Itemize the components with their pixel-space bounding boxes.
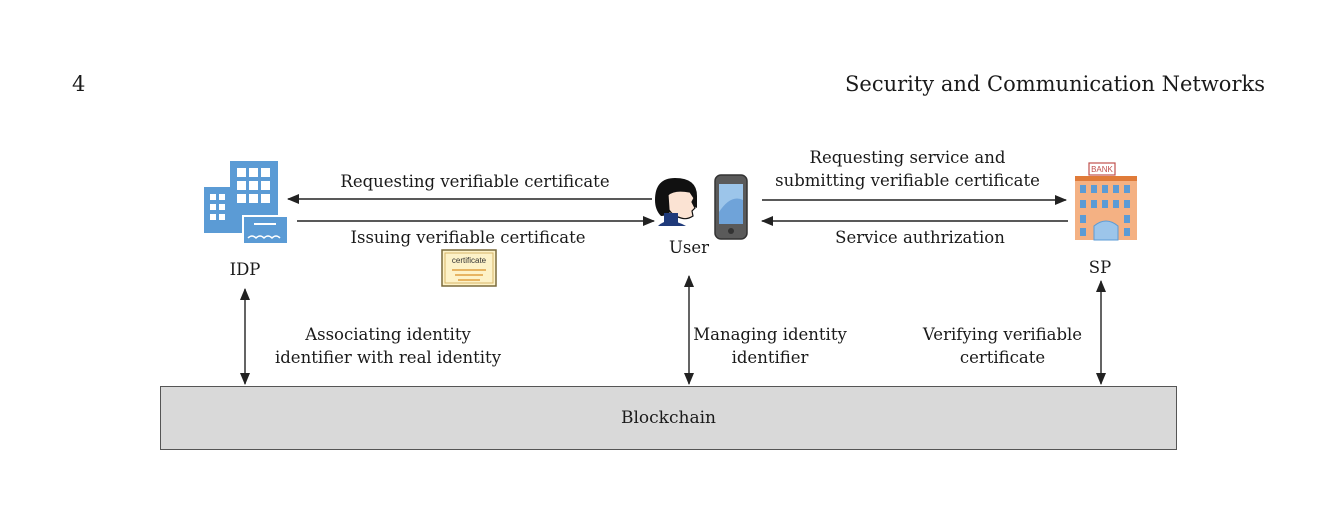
- label-request-certificate: Requesting verifiable certificate: [340, 172, 610, 191]
- bank-sign-text: BANK: [1091, 165, 1113, 174]
- label-associating-line2: identifier with real identity: [274, 348, 502, 367]
- label-request-service-line2: submitting verifiable certificate: [775, 171, 1040, 190]
- user-label: User: [668, 238, 710, 257]
- blockchain-box: Blockchain: [160, 386, 1177, 450]
- label-issue-certificate: Issuing verifiable certificate: [350, 228, 586, 247]
- label-managing-line2: identifier: [731, 348, 809, 367]
- sp-label: SP: [1088, 258, 1112, 277]
- phone-icon: [714, 174, 748, 240]
- idp-label: IDP: [229, 260, 261, 279]
- label-verifying-line2: certificate: [959, 348, 1046, 367]
- label-request-service-line1: Requesting service and: [809, 148, 1006, 167]
- user-face-icon: [655, 178, 697, 226]
- bank-building-icon: BANK: [1075, 162, 1137, 241]
- blockchain-label: Blockchain: [621, 408, 716, 428]
- idp-building-icon: [204, 161, 289, 245]
- label-managing-line1: Managing identity: [693, 325, 847, 344]
- label-verifying-line1: Verifying verifiable: [922, 325, 1083, 344]
- certificate-icon-text: certificate: [452, 256, 487, 265]
- label-service-authorization: Service authrization: [835, 228, 1005, 247]
- label-associating-line1: Associating identity: [305, 325, 471, 344]
- certificate-icon: certificate: [441, 249, 497, 287]
